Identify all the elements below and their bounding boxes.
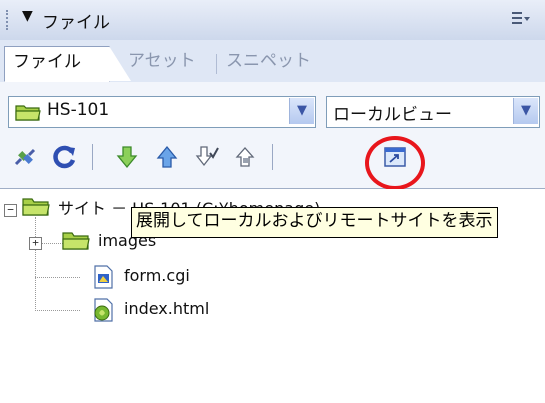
tree-item-form-cgi[interactable]: form.cgi: [124, 266, 190, 285]
panel-title[interactable]: ファイル: [42, 8, 110, 33]
cgi-file-icon: [94, 265, 113, 289]
tab-assets[interactable]: アセット: [128, 46, 196, 80]
panel-options-menu-icon[interactable]: [511, 10, 531, 28]
tree-collapse-toggle[interactable]: −: [4, 204, 17, 217]
files-toolbar: [0, 136, 545, 189]
connect-icon: [14, 148, 36, 166]
view-select-value: ローカルビュー: [333, 105, 452, 125]
get-button[interactable]: [112, 142, 142, 172]
check-out-button[interactable]: [192, 142, 222, 172]
check-out-icon: [195, 146, 219, 167]
view-select[interactable]: ローカルビュー ▼: [326, 96, 540, 128]
tree-expand-toggle[interactable]: +: [29, 237, 42, 250]
refresh-button[interactable]: [50, 142, 80, 172]
drag-grip[interactable]: [6, 10, 14, 30]
html-file-icon: [94, 298, 113, 322]
put-up-arrow-icon: [156, 145, 178, 168]
collapse-arrow-icon[interactable]: ▼: [22, 8, 33, 24]
tooltip: 展開してローカルおよびリモートサイトを表示: [131, 207, 498, 238]
check-in-icon: [235, 147, 255, 167]
tree-connector: [35, 217, 36, 311]
site-select-value: HS-101: [47, 100, 110, 120]
toolbar-divider: [92, 144, 93, 170]
site-select-chevron-down-icon[interactable]: ▼: [289, 98, 314, 124]
tab-divider: [216, 54, 217, 74]
files-panel: ▼ ファイル ファイル アセット スニペット HS-101 ▼ ローカルビュー …: [0, 0, 545, 403]
tree-connector: [35, 310, 80, 311]
panel-title-bar: ▼ ファイル: [0, 0, 545, 41]
refresh-icon: [53, 145, 76, 169]
site-folder-icon: [15, 105, 41, 121]
tab-snippets[interactable]: スニペット: [226, 46, 311, 80]
images-folder-icon: [62, 232, 90, 250]
connect-button[interactable]: [10, 142, 40, 172]
toolbar-divider: [272, 144, 273, 170]
put-button[interactable]: [152, 142, 182, 172]
panel-tabs: ファイル アセット スニペット: [0, 40, 545, 83]
site-select[interactable]: HS-101 ▼: [8, 96, 316, 128]
tree-connector: [35, 277, 80, 278]
get-down-arrow-icon: [116, 146, 138, 169]
highlight-circle: [365, 136, 425, 190]
tree-item-index-html[interactable]: index.html: [124, 299, 209, 318]
site-view-row: HS-101 ▼ ローカルビュー ▼: [0, 82, 545, 136]
check-in-button[interactable]: [230, 142, 260, 172]
site-root-folder-icon: [22, 198, 50, 216]
view-select-chevron-down-icon[interactable]: ▼: [513, 98, 538, 124]
tab-files[interactable]: ファイル: [4, 46, 131, 82]
